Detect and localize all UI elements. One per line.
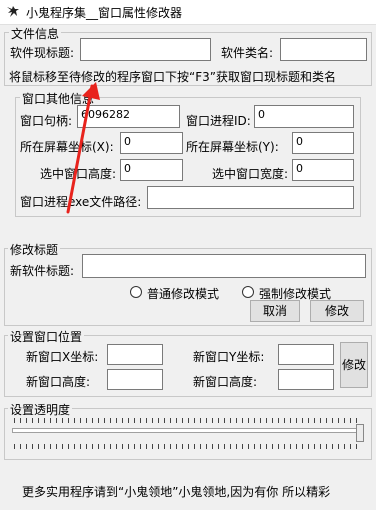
annotation-arrow-icon xyxy=(66,82,100,214)
